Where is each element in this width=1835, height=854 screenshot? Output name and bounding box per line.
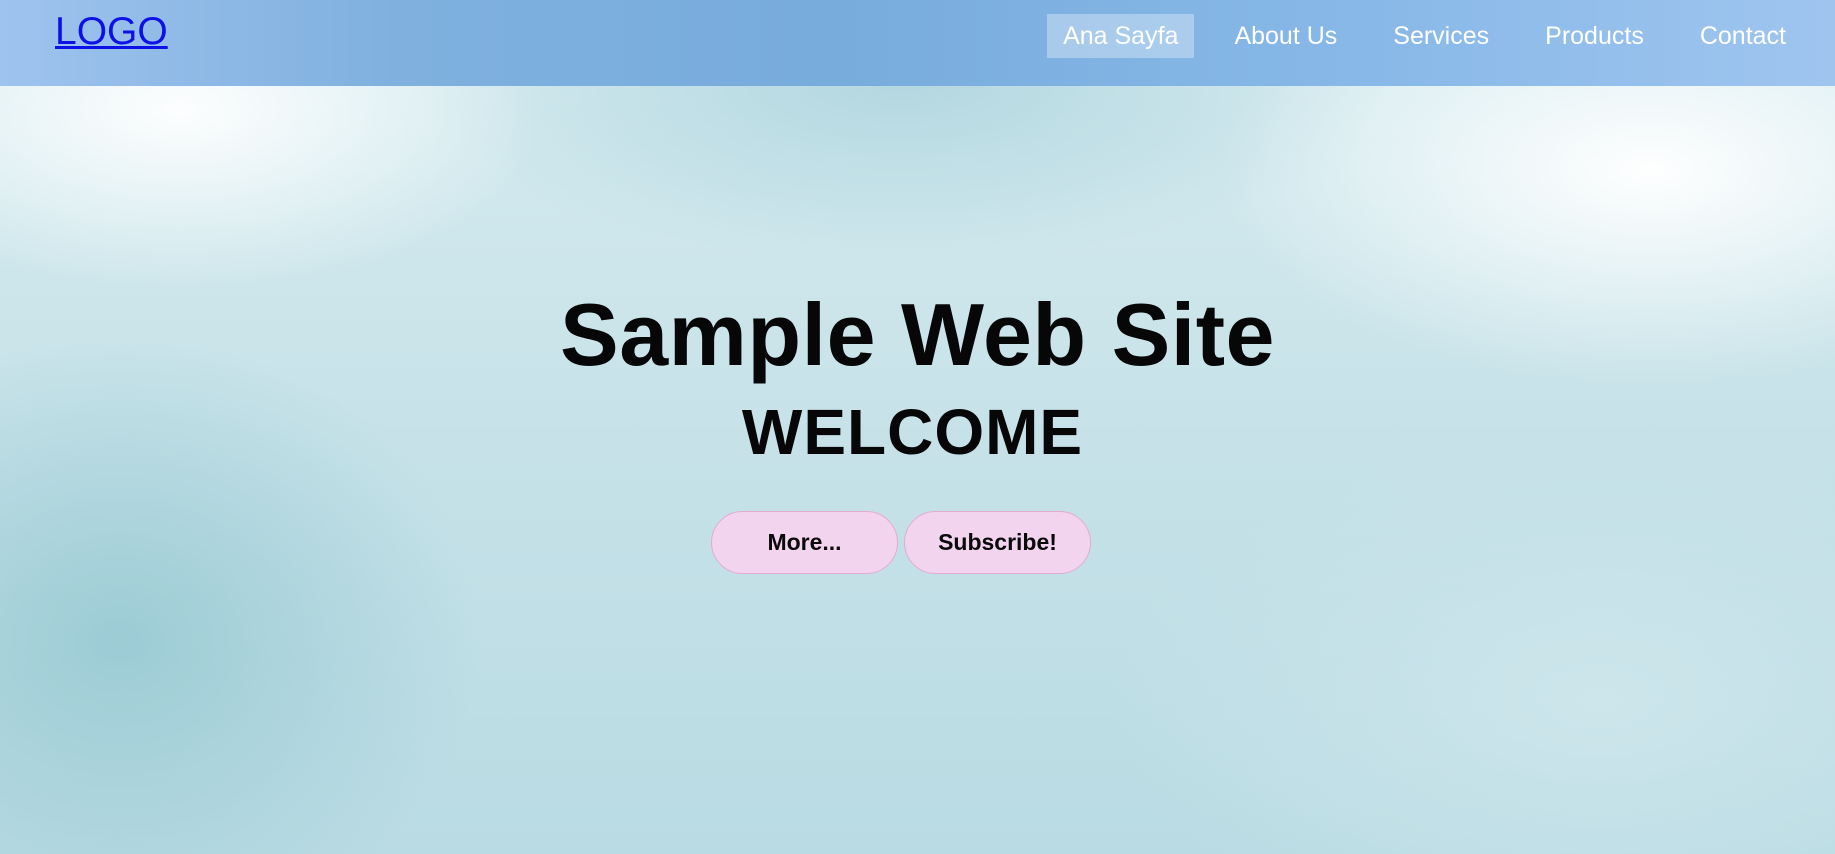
welcome-heading: WELCOME [741,396,1084,468]
nav-about-us[interactable]: About Us [1218,14,1353,58]
top-navbar: LOGO Ana Sayfa About Us Services Product… [0,0,1835,86]
main-nav: Ana Sayfa About Us Services Products Con… [1047,14,1835,58]
nav-home[interactable]: Ana Sayfa [1047,14,1195,58]
more-button[interactable]: More... [711,511,898,574]
page-title: Sample Web Site [560,285,1275,384]
hero-section: Sample Web Site WELCOME More... Subscrib… [0,86,1835,854]
logo-link[interactable]: LOGO [55,10,168,54]
nav-contact[interactable]: Contact [1684,14,1802,58]
nav-products[interactable]: Products [1529,14,1660,58]
subscribe-button[interactable]: Subscribe! [904,511,1091,574]
hero-button-group: More... Subscribe! [711,511,1091,574]
nav-services[interactable]: Services [1377,14,1505,58]
